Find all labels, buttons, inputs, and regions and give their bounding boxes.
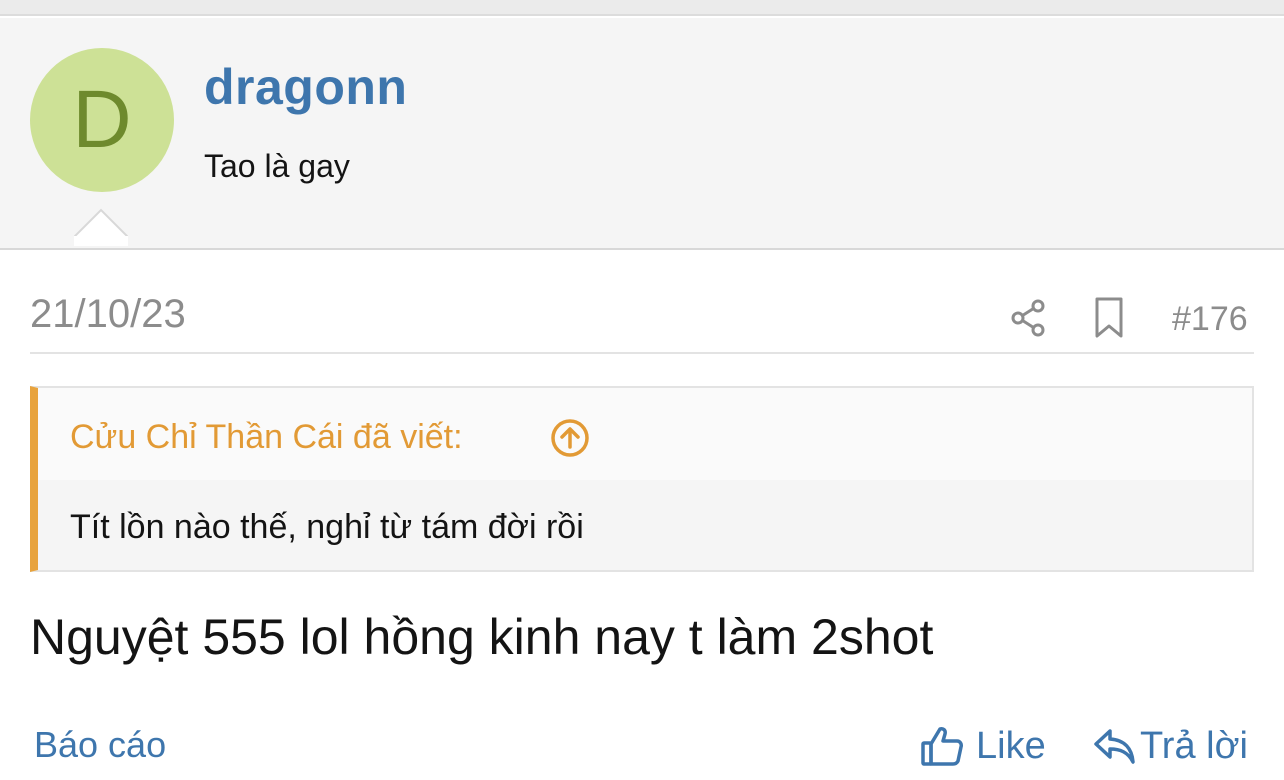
report-link[interactable]: Báo cáo: [34, 724, 166, 766]
post-number[interactable]: #176: [1172, 300, 1248, 339]
reply-arrow-icon: [1094, 729, 1135, 764]
top-strip: [0, 0, 1284, 16]
bookmark-icon[interactable]: [1090, 296, 1128, 340]
user-header: D dragonn Tao là gay: [0, 18, 1284, 250]
avatar[interactable]: D: [30, 48, 174, 192]
thumbs-up-icon: [921, 727, 963, 766]
reply-label: Trả lời: [1140, 724, 1248, 767]
like-button[interactable]: Like: [920, 718, 1046, 774]
post-body-text: Nguyệt 555 lol hồng kinh nay t làm 2shot: [30, 609, 934, 665]
quote-text: Tít lồn nào thế, nghỉ từ tám đời rồi: [70, 508, 584, 546]
like-label: Like: [976, 724, 1046, 767]
arrow-up-circle-icon[interactable]: [550, 418, 590, 458]
username-link[interactable]: dragonn: [204, 58, 407, 116]
post-date[interactable]: 21/10/23: [30, 292, 186, 337]
header-pointer-arrow: [74, 208, 128, 246]
quote-author[interactable]: Cửu Chỉ Thần Cái đã viết:: [70, 418, 463, 457]
user-title: Tao là gay: [204, 148, 350, 184]
divider: [30, 352, 1254, 354]
avatar-letter: D: [72, 74, 132, 165]
quote-header: Cửu Chỉ Thần Cái đã viết:: [38, 388, 1252, 480]
share-icon[interactable]: [1008, 298, 1048, 338]
reply-button[interactable]: Trả lời: [1092, 718, 1248, 774]
quote-block: Cửu Chỉ Thần Cái đã viết: Tít lồn nào th…: [30, 386, 1254, 572]
